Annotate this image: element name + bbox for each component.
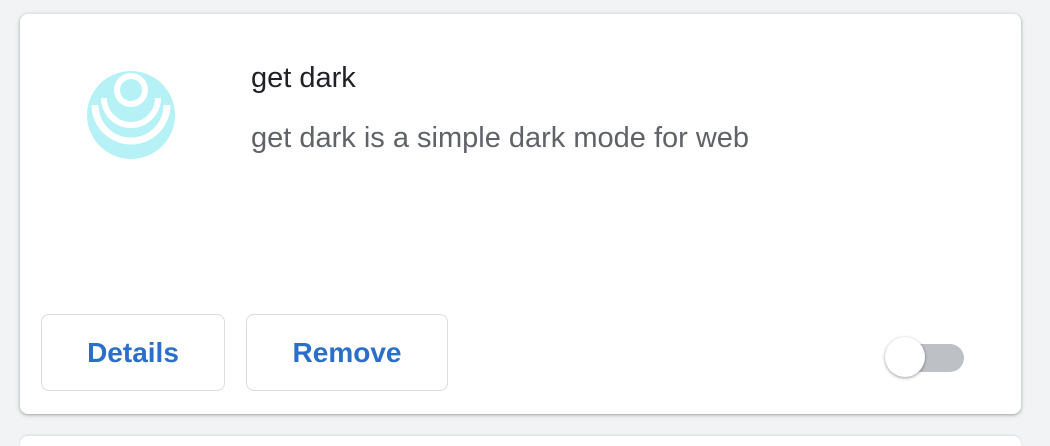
remove-button[interactable]: Remove [246, 314, 448, 391]
enable-extension-toggle[interactable] [885, 336, 965, 377]
extension-card: get dark get dark is a simple dark mode … [20, 14, 1021, 414]
get-dark-extension-icon [87, 71, 175, 159]
extension-name: get dark [251, 62, 356, 94]
toggle-knob [885, 337, 925, 377]
next-extension-card-edge [20, 436, 1021, 446]
details-button[interactable]: Details [41, 314, 225, 391]
extension-description: get dark is a simple dark mode for web [251, 122, 750, 154]
